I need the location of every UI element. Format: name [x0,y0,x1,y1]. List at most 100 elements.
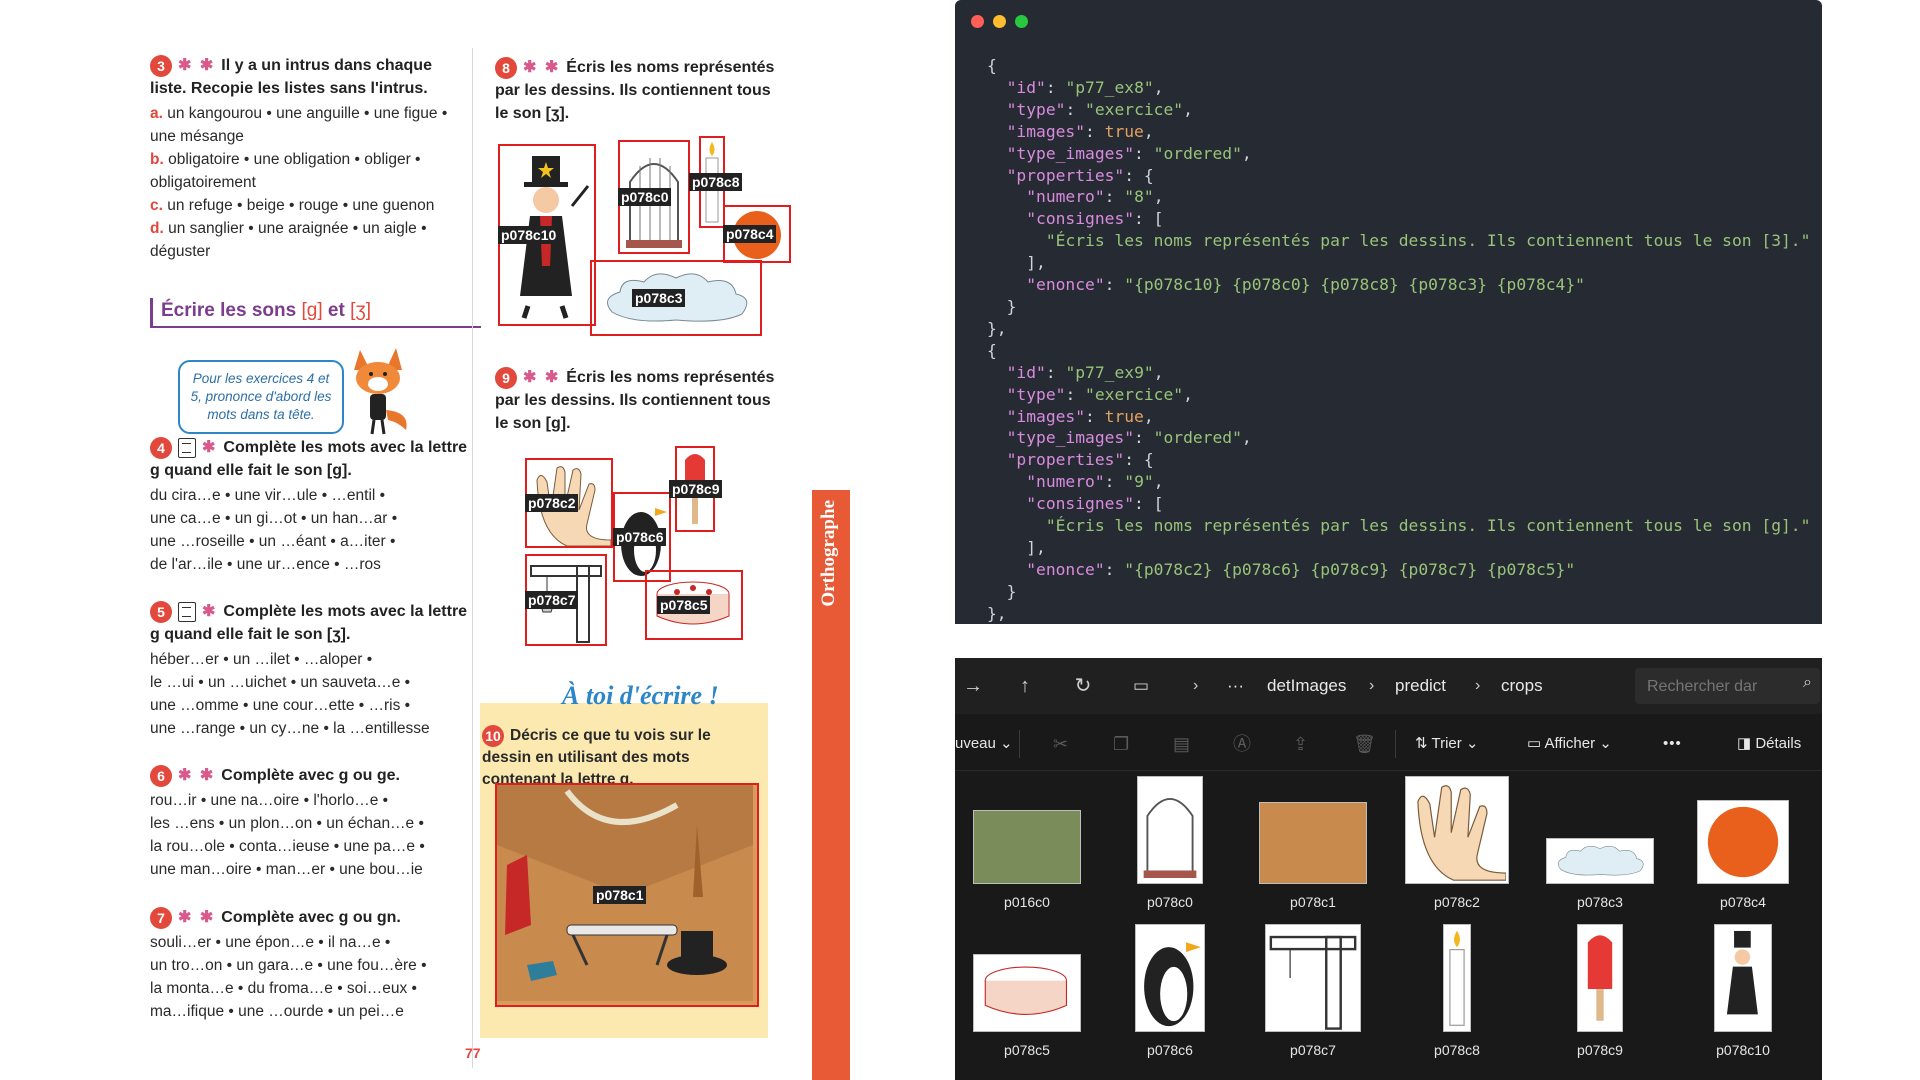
search-input[interactable] [1645,672,1789,702]
detection-label: p078c4 [723,225,777,243]
copy-icon[interactable]: ❐ [1113,732,1129,756]
item-letter: c. [150,197,163,214]
crane-icon [1269,935,1357,1030]
search-box[interactable]: ⌕ [1635,668,1820,704]
candle-icon [1449,930,1465,1026]
file-thumbnail [1135,924,1205,1032]
file-item[interactable]: p078c6 [1110,924,1230,1066]
details-button[interactable]: ◨ Détails [1737,732,1801,756]
file-name: p078c5 [1004,1042,1050,1058]
section-title: Écrire les sons [g] et [ʒ] [150,298,481,328]
file-thumbnail [1546,838,1654,884]
file-name: p078c6 [1147,1042,1193,1058]
file-grid: p016c0 p078c0 p078c1 p078c2 p078c3 p078c… [955,776,1822,1078]
file-item[interactable]: p016c0 [967,778,1087,918]
file-thumbnail [1137,776,1203,884]
exercise-number: 4 [150,436,172,459]
exercise-line: la monta…e • du froma…e • soi…eux • [150,980,417,997]
breadcrumb-item[interactable]: crops [1501,672,1543,700]
exercise-9-title: 9 ✱ ✱ Écris les noms représentés par les d… [495,366,785,435]
detection-box: p078c3 [590,260,762,336]
file-thumbnail [1714,924,1772,1032]
up-arrow-icon[interactable]: ↑ [1007,670,1043,702]
file-item[interactable]: p078c10 [1683,924,1803,1066]
cut-icon[interactable]: ✂ [1053,732,1068,756]
sort-label: Trier [1431,735,1462,752]
exercise-number: 5 [150,600,172,623]
exercise-instruction: Complète avec g ou gn. [221,909,401,926]
file-thumbnail [1577,924,1623,1032]
search-icon[interactable]: ⌕ [1803,674,1812,692]
list-item: a. un kangourou • une anguille • une fig… [150,102,470,148]
exercise-number: 8 [495,56,517,79]
writing-panel: À toi d'écrire ! 10 Décris ce que tu vois… [480,681,768,1038]
more-options-button[interactable]: ••• [1663,732,1682,756]
exercise-number: 7 [150,906,172,929]
breadcrumb-item[interactable]: predict [1395,672,1446,700]
file-item[interactable]: p078c8 [1397,924,1517,1066]
breadcrumb-item[interactable]: detImages [1267,672,1346,700]
share-icon[interactable]: ⇪ [1293,732,1308,756]
detection-label: p078c0 [618,188,672,206]
item-letter: b. [150,151,164,168]
file-item[interactable]: p078c2 [1397,776,1517,918]
exercise-line: les …ens • un plon…on • un échan…e • [150,815,424,832]
difficulty-stars: ✱ [202,603,218,620]
refresh-icon[interactable]: ↻ [1065,670,1101,702]
file-item[interactable]: p078c9 [1540,924,1660,1066]
exercise-3-title: 3 ✱ ✱ Il y a un intrus dans chaque liste. … [150,54,470,100]
breadcrumb-more[interactable]: ··· [1227,672,1244,700]
exercise-6-title: 6 ✱ ✱ Complète avec g ou ge. [150,764,470,787]
item-letter: d. [150,220,164,237]
rename-icon[interactable]: Ⓐ [1233,732,1251,756]
exercise-line: la rou…ole • conta…ieuse • une pa…e • [150,838,425,855]
exercise-instruction: Complète les mots avec la lettre g quand… [150,439,468,479]
code-value: ordered [1163,428,1233,448]
file-item[interactable]: p078c0 [1110,776,1230,918]
exercise-line: le …ui • un …uichet • un sauveta…e • [150,674,411,691]
paste-icon[interactable]: ▤ [1173,732,1190,756]
difficulty-stars: ✱ ✱ [523,369,561,386]
computer-icon[interactable]: ▭ [1123,670,1159,702]
magician-icon [1726,930,1758,1015]
code-value: p77_ex8 [1075,77,1144,97]
file-thumbnail [1405,776,1509,884]
file-item[interactable]: p078c1 [1253,778,1373,918]
cloud-icon [1557,845,1644,876]
detection-box: p078c4 [723,205,791,263]
toolbar-divider [1395,730,1396,758]
file-item[interactable]: p078c3 [1540,778,1660,918]
exercise-line: ma…ifique • une …ourde • un pei…e [150,1003,404,1020]
list-item: b. obligatoire • une obligation • oblige… [150,148,470,194]
hand-icon [1417,785,1507,881]
file-thumbnail [1443,924,1471,1032]
close-window-button[interactable] [971,15,984,28]
detection-label: p078c9 [669,480,723,498]
file-item[interactable]: p078c5 [967,926,1087,1066]
textbook-page: 3 ✱ ✱ Il y a un intrus dans chaque liste. … [110,40,850,1080]
json-code: { "id": "p77_ex8", "type": "exercice", "… [987,56,1811,623]
file-name: p078c0 [1147,894,1193,910]
notebook-icon [178,437,196,458]
sort-button[interactable]: ⇅ Trier ⌄ [1415,732,1479,756]
view-button[interactable]: ▭ Afficher ⌄ [1527,732,1612,756]
detection-label: p078c10 [498,226,560,244]
detection-box: p078c7 [525,554,607,646]
minimize-window-button[interactable] [993,15,1006,28]
section-title-text: Écrire les sons [161,300,297,321]
exercise-line: rou…ir • une na…oire • l'horlo…e • [150,792,389,809]
writing-heading: À toi d'écrire ! [562,681,719,710]
exercise-instruction: Complète les mots avec la lettre g quand… [150,603,468,643]
file-thumbnail [973,954,1081,1032]
item-text: un sanglier • une araignée • un aigle • … [150,220,427,260]
file-item[interactable]: p078c7 [1253,924,1373,1066]
exercise-line: une ca…e • un gi…ot • un han…ar • [150,510,398,527]
file-item[interactable]: p078c4 [1683,778,1803,918]
new-button[interactable]: uveau ⌄ [955,732,1013,756]
forward-arrow-icon[interactable]: → [955,670,991,702]
page-number: 77 [465,1045,481,1061]
exercise-number: 9 [495,366,517,389]
maximize-window-button[interactable] [1015,15,1028,28]
exercise-number: 10 [482,725,504,747]
delete-icon[interactable]: 🗑 [1353,732,1376,756]
